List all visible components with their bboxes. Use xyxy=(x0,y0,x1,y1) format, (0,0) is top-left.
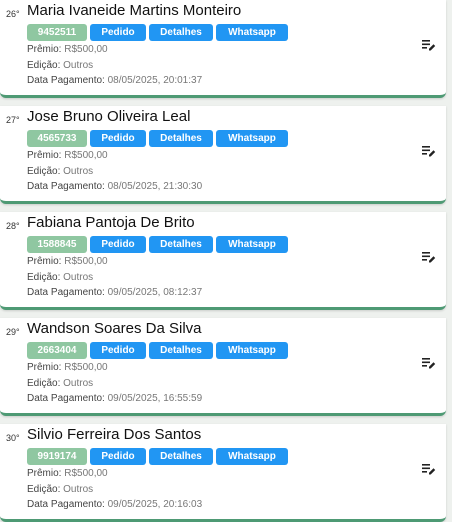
data-pagamento-row: Data Pagamento: 09/05/2025, 20:16:03 xyxy=(27,499,202,510)
rank-number: 27° xyxy=(6,115,20,125)
data-pagamento-label: Data Pagamento: xyxy=(27,393,105,404)
premio-row: Prêmio: R$500,00 xyxy=(27,256,108,267)
premio-row: Prêmio: R$500,00 xyxy=(27,150,108,161)
data-pagamento-value: 08/05/2025, 20:01:37 xyxy=(107,75,203,86)
action-buttons: 1588845 Pedido Detalhes Whatsapp xyxy=(27,236,288,253)
rank-number: 26° xyxy=(6,9,20,19)
edicao-label: Edição: xyxy=(27,60,61,71)
action-buttons: 2663404 Pedido Detalhes Whatsapp xyxy=(27,342,288,359)
premio-label: Prêmio: xyxy=(27,256,62,267)
premio-row: Prêmio: R$500,00 xyxy=(27,362,108,373)
data-pagamento-value: 09/05/2025, 08:12:37 xyxy=(107,287,203,298)
pedido-button[interactable]: Pedido xyxy=(90,448,146,465)
premio-value: R$500,00 xyxy=(64,256,108,267)
edicao-label: Edição: xyxy=(27,484,61,495)
detalhes-button[interactable]: Detalhes xyxy=(149,342,213,359)
detalhes-button[interactable]: Detalhes xyxy=(149,236,213,253)
detalhes-button[interactable]: Detalhes xyxy=(149,130,213,147)
premio-label: Prêmio: xyxy=(27,362,62,373)
winner-name: Maria Ivaneide Martins Monteiro xyxy=(27,2,242,19)
data-pagamento-label: Data Pagamento: xyxy=(27,499,105,510)
edicao-row: Edição: Outros xyxy=(27,378,93,389)
whatsapp-button[interactable]: Whatsapp xyxy=(216,448,288,465)
edicao-label: Edição: xyxy=(27,272,61,283)
edicao-value: Outros xyxy=(63,378,94,389)
edicao-value: Outros xyxy=(63,484,94,495)
premio-value: R$500,00 xyxy=(64,468,108,479)
data-pagamento-label: Data Pagamento: xyxy=(27,75,105,86)
data-pagamento-row: Data Pagamento: 09/05/2025, 16:55:59 xyxy=(27,393,202,404)
ticket-code-badge: 1588845 xyxy=(27,236,87,253)
rank-number: 30° xyxy=(6,433,20,443)
winner-name: Silvio Ferreira Dos Santos xyxy=(27,426,202,443)
winner-name: Wandson Soares Da Silva xyxy=(27,320,202,337)
data-pagamento-row: Data Pagamento: 08/05/2025, 21:30:30 xyxy=(27,181,202,192)
edicao-label: Edição: xyxy=(27,166,61,177)
premio-row: Prêmio: R$500,00 xyxy=(27,44,108,55)
premio-value: R$500,00 xyxy=(64,44,108,55)
premio-label: Prêmio: xyxy=(27,150,62,161)
premio-value: R$500,00 xyxy=(64,362,108,373)
edicao-label: Edição: xyxy=(27,378,61,389)
data-pagamento-row: Data Pagamento: 08/05/2025, 20:01:37 xyxy=(27,75,202,86)
detalhes-button[interactable]: Detalhes xyxy=(149,448,213,465)
whatsapp-button[interactable]: Whatsapp xyxy=(216,236,288,253)
winner-name: Fabiana Pantoja De Brito xyxy=(27,214,195,231)
whatsapp-button[interactable]: Whatsapp xyxy=(216,130,288,147)
rank-number: 29° xyxy=(6,327,20,337)
winner-card: 26° Maria Ivaneide Martins Monteiro 9452… xyxy=(0,0,446,98)
winner-name: Jose Bruno Oliveira Leal xyxy=(27,108,191,125)
ticket-code-badge: 2663404 xyxy=(27,342,87,359)
edicao-row: Edição: Outros xyxy=(27,272,93,283)
winner-card: 28° Fabiana Pantoja De Brito 1588845 Ped… xyxy=(0,212,446,310)
pedido-button[interactable]: Pedido xyxy=(90,130,146,147)
data-pagamento-value: 08/05/2025, 21:30:30 xyxy=(107,181,203,192)
premio-label: Prêmio: xyxy=(27,468,62,479)
playlist-edit-icon[interactable] xyxy=(422,250,436,264)
pedido-button[interactable]: Pedido xyxy=(90,24,146,41)
pedido-button[interactable]: Pedido xyxy=(90,236,146,253)
whatsapp-button[interactable]: Whatsapp xyxy=(216,342,288,359)
winner-card: 30° Silvio Ferreira Dos Santos 9919174 P… xyxy=(0,424,446,522)
premio-row: Prêmio: R$500,00 xyxy=(27,468,108,479)
playlist-edit-icon[interactable] xyxy=(422,144,436,158)
action-buttons: 4565733 Pedido Detalhes Whatsapp xyxy=(27,130,288,147)
data-pagamento-label: Data Pagamento: xyxy=(27,287,105,298)
edicao-row: Edição: Outros xyxy=(27,166,93,177)
action-buttons: 9452511 Pedido Detalhes Whatsapp xyxy=(27,24,288,41)
ticket-code-badge: 9452511 xyxy=(27,24,87,41)
winner-card: 29° Wandson Soares Da Silva 2663404 Pedi… xyxy=(0,318,446,416)
edicao-row: Edição: Outros xyxy=(27,60,93,71)
edicao-value: Outros xyxy=(63,272,94,283)
pedido-button[interactable]: Pedido xyxy=(90,342,146,359)
edicao-value: Outros xyxy=(63,60,94,71)
rank-number: 28° xyxy=(6,221,20,231)
playlist-edit-icon[interactable] xyxy=(422,38,436,52)
action-buttons: 9919174 Pedido Detalhes Whatsapp xyxy=(27,448,288,465)
premio-value: R$500,00 xyxy=(64,150,108,161)
playlist-edit-icon[interactable] xyxy=(422,462,436,476)
whatsapp-button[interactable]: Whatsapp xyxy=(216,24,288,41)
edicao-value: Outros xyxy=(63,166,94,177)
premio-label: Prêmio: xyxy=(27,44,62,55)
playlist-edit-icon[interactable] xyxy=(422,356,436,370)
ticket-code-badge: 9919174 xyxy=(27,448,87,465)
data-pagamento-value: 09/05/2025, 16:55:59 xyxy=(107,393,203,404)
data-pagamento-value: 09/05/2025, 20:16:03 xyxy=(107,499,203,510)
data-pagamento-row: Data Pagamento: 09/05/2025, 08:12:37 xyxy=(27,287,202,298)
ticket-code-badge: 4565733 xyxy=(27,130,87,147)
winner-card: 27° Jose Bruno Oliveira Leal 4565733 Ped… xyxy=(0,106,446,204)
detalhes-button[interactable]: Detalhes xyxy=(149,24,213,41)
data-pagamento-label: Data Pagamento: xyxy=(27,181,105,192)
edicao-row: Edição: Outros xyxy=(27,484,93,495)
